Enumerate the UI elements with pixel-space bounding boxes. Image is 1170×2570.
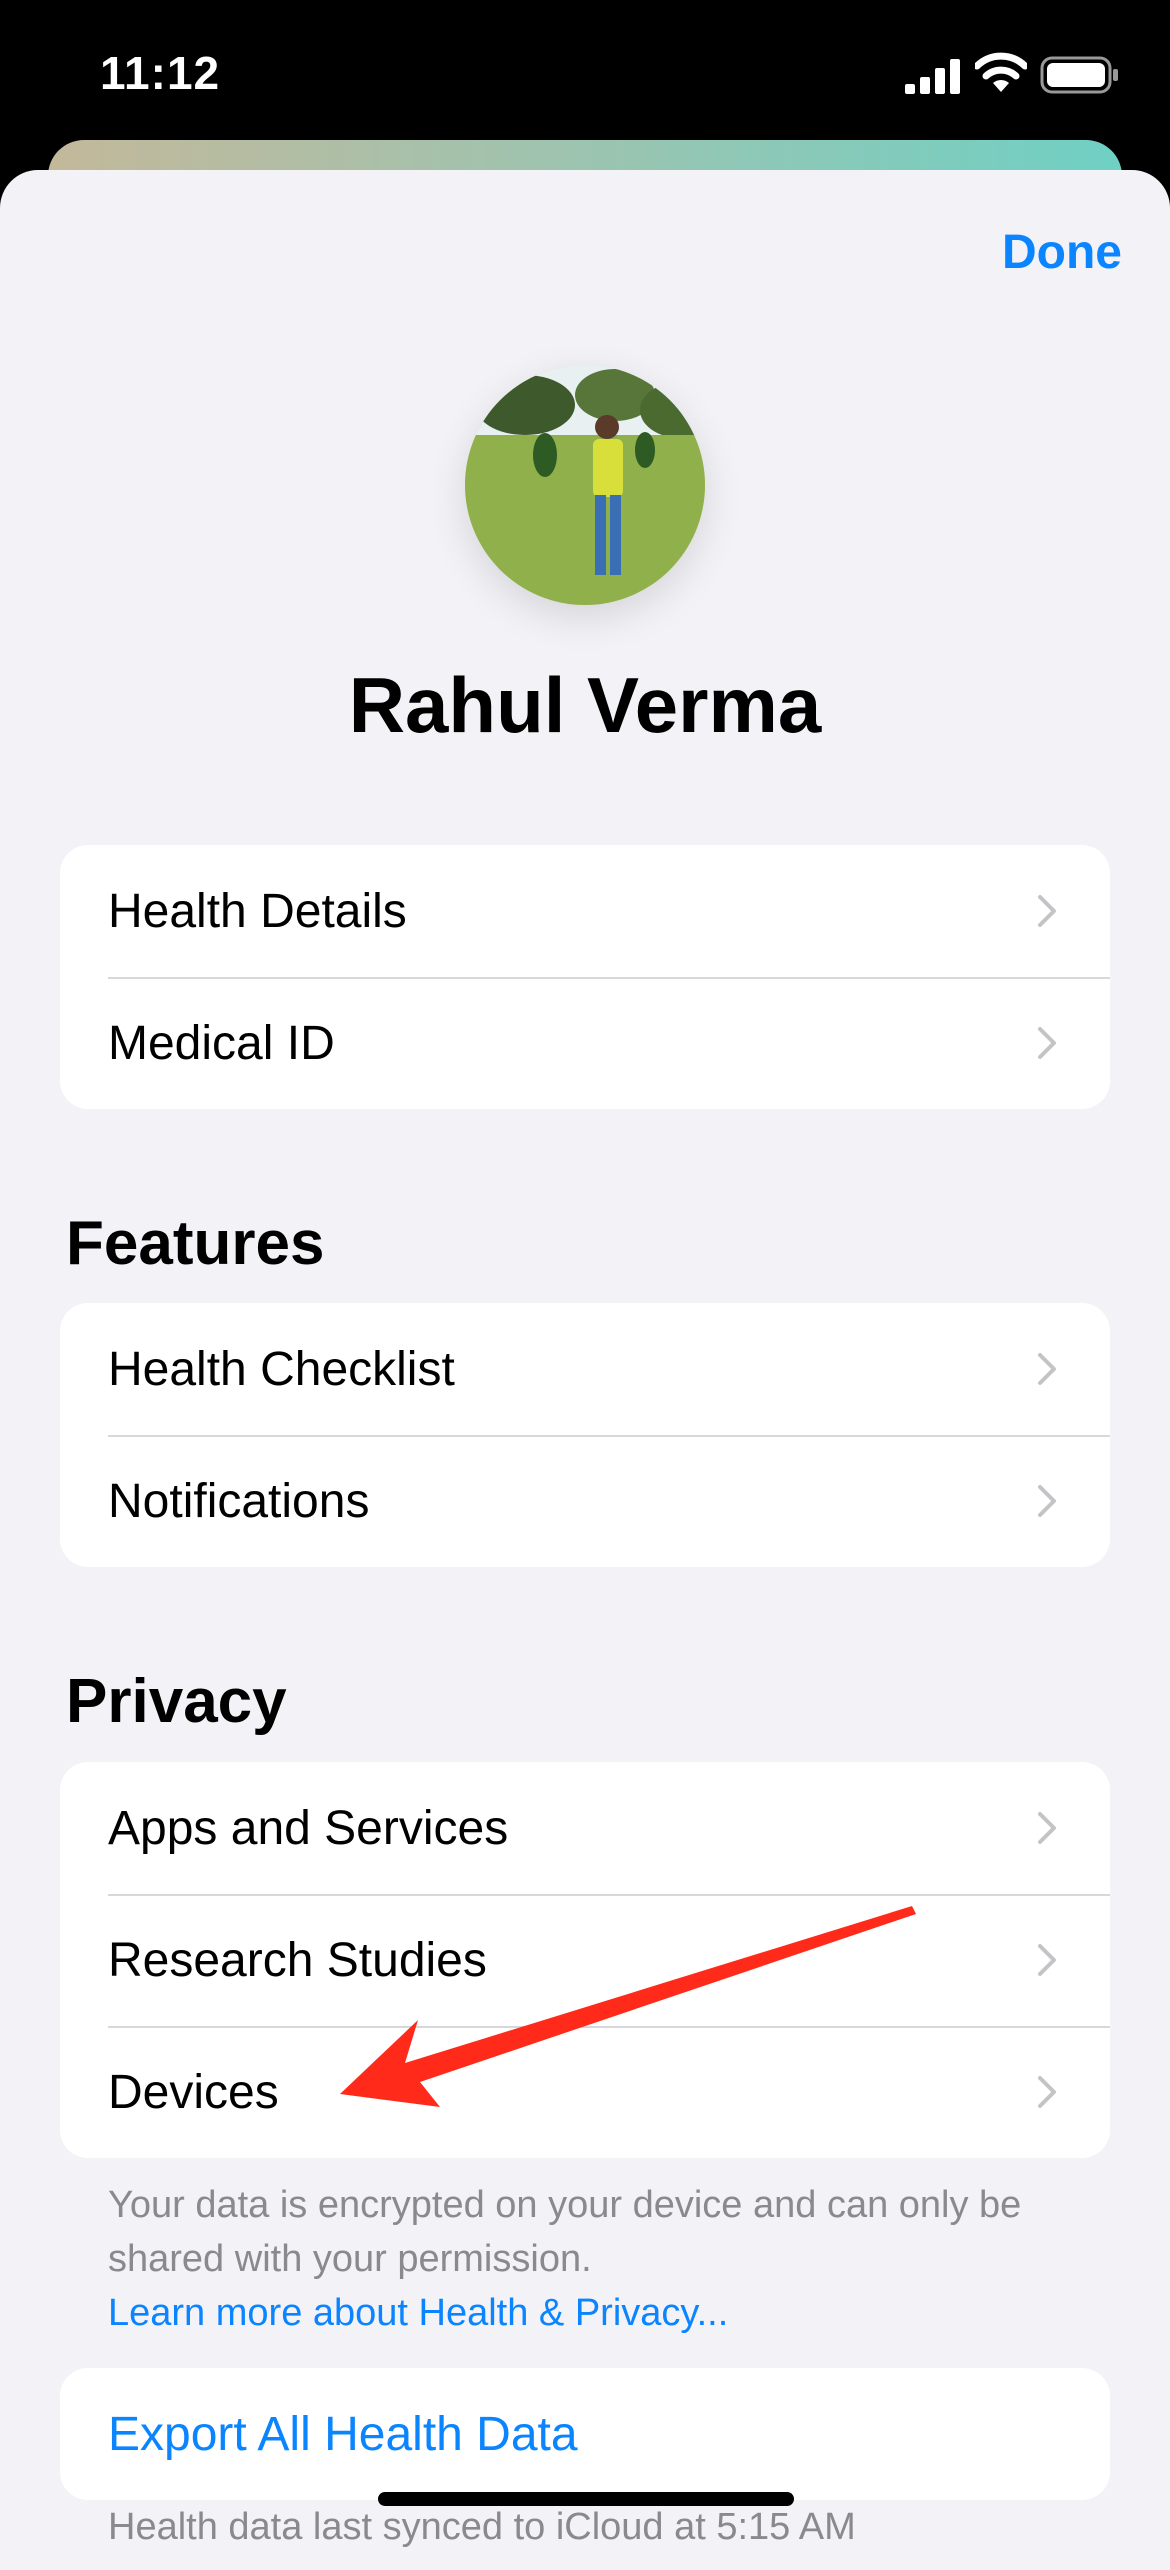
- chevron-right-icon: [1038, 1812, 1056, 1844]
- row-label: Devices: [108, 2065, 279, 2119]
- battery-icon: [1040, 56, 1118, 94]
- sync-note: Health data last synced to iCloud at 5:1…: [108, 2506, 856, 2548]
- row-label: Medical ID: [108, 1016, 335, 1070]
- learn-more-link[interactable]: Learn more about Health & Privacy...: [108, 2286, 1068, 2340]
- chevron-right-icon: [1038, 1944, 1056, 1976]
- row-label: Apps and Services: [108, 1801, 509, 1855]
- medical-id-row[interactable]: Medical ID: [60, 977, 1110, 1109]
- health-details-row[interactable]: Health Details: [60, 845, 1110, 977]
- features-section-title: Features: [66, 1209, 325, 1278]
- privacy-group: Apps and Services Research Studies Devic…: [60, 1762, 1110, 2158]
- account-group: Health Details Medical ID: [60, 845, 1110, 1109]
- chevron-right-icon: [1038, 895, 1056, 927]
- row-label: Research Studies: [108, 1933, 487, 1987]
- features-group: Health Checklist Notifications: [60, 1303, 1110, 1567]
- privacy-footnote-text: Your data is encrypted on your device an…: [108, 2184, 1022, 2280]
- home-indicator[interactable]: [378, 2492, 794, 2506]
- profile-name: Rahul Verma: [348, 661, 822, 749]
- chevron-right-icon: [1038, 1485, 1056, 1517]
- wifi-icon: [975, 52, 1027, 92]
- row-label: Notifications: [108, 1474, 370, 1528]
- apps-and-services-row[interactable]: Apps and Services: [60, 1762, 1110, 1894]
- row-label: Health Checklist: [108, 1342, 455, 1396]
- row-label: Health Details: [108, 884, 407, 938]
- avatar[interactable]: [465, 365, 705, 605]
- avatar-photo: [465, 365, 705, 605]
- privacy-section-title: Privacy: [66, 1667, 287, 1736]
- cellular-signal-icon: [905, 59, 960, 94]
- notifications-row[interactable]: Notifications: [60, 1435, 1110, 1567]
- privacy-footnote: Your data is encrypted on your device an…: [108, 2178, 1068, 2340]
- done-button[interactable]: Done: [1002, 225, 1122, 280]
- chevron-right-icon: [1038, 1027, 1056, 1059]
- chevron-right-icon: [1038, 1353, 1056, 1385]
- devices-row[interactable]: Devices: [60, 2026, 1110, 2158]
- export-group: Export All Health Data: [60, 2368, 1110, 2500]
- status-bar: 11:12: [0, 0, 1170, 150]
- health-checklist-row[interactable]: Health Checklist: [60, 1303, 1110, 1435]
- research-studies-row[interactable]: Research Studies: [60, 1894, 1110, 2026]
- status-time: 11:12: [100, 47, 221, 99]
- chevron-right-icon: [1038, 2076, 1056, 2108]
- export-health-data-button[interactable]: Export All Health Data: [60, 2368, 1110, 2500]
